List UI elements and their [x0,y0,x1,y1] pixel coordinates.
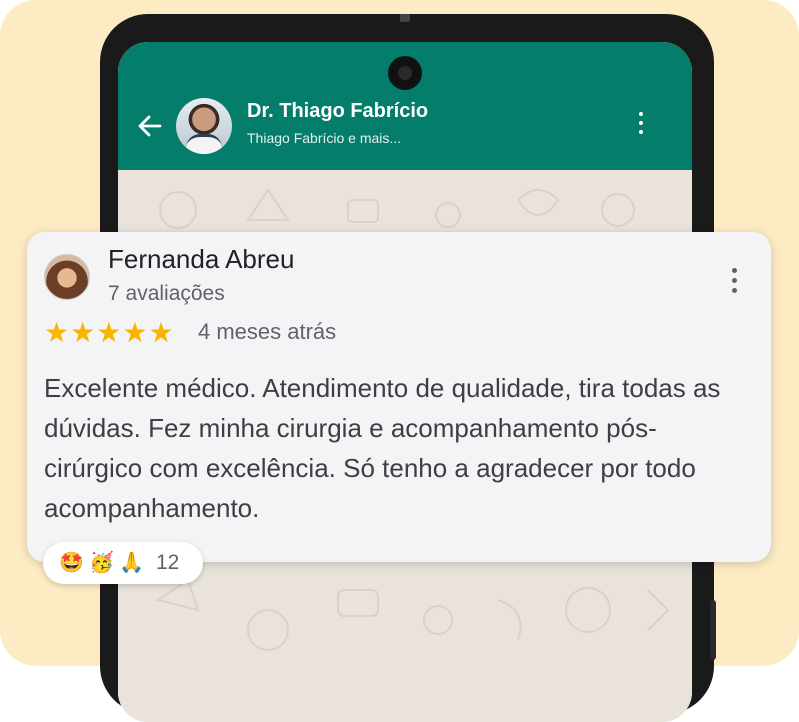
star-icon: ★ [122,317,148,348]
review-time: 4 meses atrás [198,319,337,344]
star-icon: ★ [44,317,70,348]
front-camera [388,56,422,90]
star-icon: ★ [96,317,122,348]
review-more-vert-icon[interactable] [729,268,739,298]
review-text: Excelente médico. Atendimento de qualida… [44,373,721,523]
star-struck-emoji-icon: 🤩 [59,552,84,574]
folded-hands-emoji-icon: 🙏 [119,552,144,574]
contact-subtitle[interactable]: Thiago Fabrício e mais... [247,130,401,146]
star-icon: ★ [148,317,174,348]
reviewer-avatar[interactable] [44,254,90,300]
chat-header: Dr. Thiago Fabrício Thiago Fabrício e ma… [118,42,692,170]
reaction-count: 12 [156,551,180,574]
phone-side-button [710,600,716,660]
contact-avatar[interactable] [176,98,232,154]
contact-name[interactable]: Dr. Thiago Fabrício [247,100,428,123]
star-icon: ★ [70,317,96,348]
more-vert-icon[interactable] [636,112,646,140]
reactions-pill[interactable]: 🤩 🥳 🙏 12 [43,542,203,584]
reviewer-name[interactable]: Fernanda Abreu [108,244,294,275]
party-face-emoji-icon: 🥳 [89,552,114,574]
review-card: Fernanda Abreu 7 avaliações ★★★★★ 4 mese… [27,232,771,562]
phone-speaker [400,14,410,22]
star-rating: ★★★★★ [44,318,175,348]
reviewer-review-count: 7 avaliações [108,282,225,305]
back-arrow-icon[interactable] [136,112,164,140]
